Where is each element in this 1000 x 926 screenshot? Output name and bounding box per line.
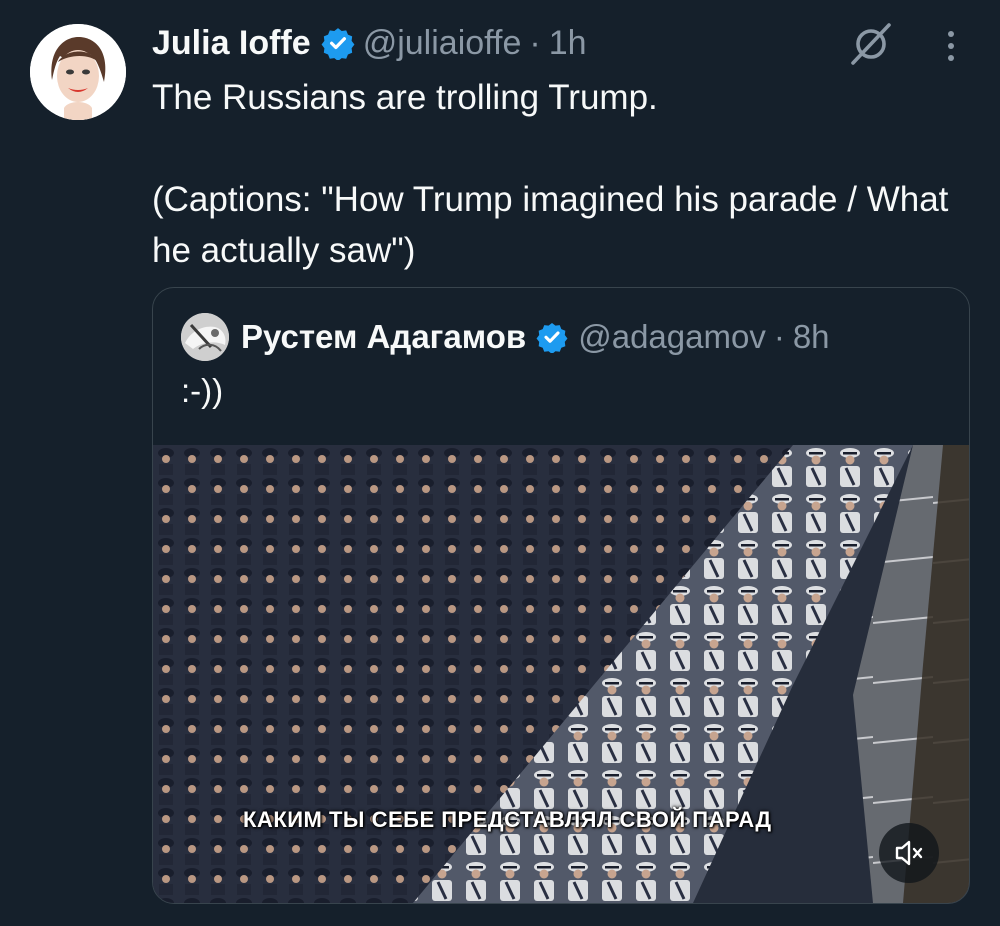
- quoted-author-name[interactable]: Рустем Адагамов: [241, 318, 526, 356]
- quoted-tweet-text: :-)): [181, 372, 224, 409]
- author-avatar-illustration: [30, 24, 126, 120]
- mute-button[interactable]: [879, 823, 939, 883]
- quoted-tweet-header: Рустем Адагамов @adagamov · 8h: [181, 312, 830, 362]
- tweet-text-line: (Captions: "How Trump imagined his parad…: [152, 180, 949, 270]
- video-player[interactable]: КАКИМ ТЫ СЕБЕ ПРЕДСТАВЛЯЛ СВОЙ ПАРАД: [153, 445, 969, 903]
- author-name[interactable]: Julia Ioffe: [152, 24, 311, 63]
- tweet-text-line: The Russians are trolling Trump.: [152, 78, 658, 117]
- tweet-timestamp[interactable]: 1h: [549, 24, 587, 63]
- tweet-text: The Russians are trolling Trump. (Captio…: [152, 72, 982, 276]
- video-caption: КАКИМ ТЫ СЕБЕ ПРЕДСТАВЛЯЛ СВОЙ ПАРАД: [243, 807, 772, 832]
- quoted-author-avatar[interactable]: [181, 313, 229, 361]
- video-frame: [153, 445, 969, 903]
- volume-muted-icon: [895, 840, 923, 866]
- quoted-author-avatar-illustration: [181, 313, 229, 361]
- separator-dot: ·: [773, 318, 785, 355]
- tweet-header: Julia Ioffe @juliaioffe · 1h: [152, 20, 587, 66]
- grok-icon[interactable]: [846, 22, 896, 66]
- verified-badge-icon[interactable]: [536, 321, 568, 353]
- more-icon[interactable]: [934, 28, 968, 64]
- quoted-author-handle[interactable]: @adagamov: [578, 318, 766, 356]
- quoted-tweet-timestamp[interactable]: 8h: [793, 318, 830, 356]
- author-avatar[interactable]: [30, 24, 126, 120]
- separator-dot: ·: [529, 23, 541, 62]
- author-handle[interactable]: @juliaioffe: [363, 24, 522, 63]
- quoted-tweet[interactable]: Рустем Адагамов @adagamov · 8h :-)) КАКИ…: [152, 287, 970, 904]
- verified-badge-icon[interactable]: [321, 26, 355, 60]
